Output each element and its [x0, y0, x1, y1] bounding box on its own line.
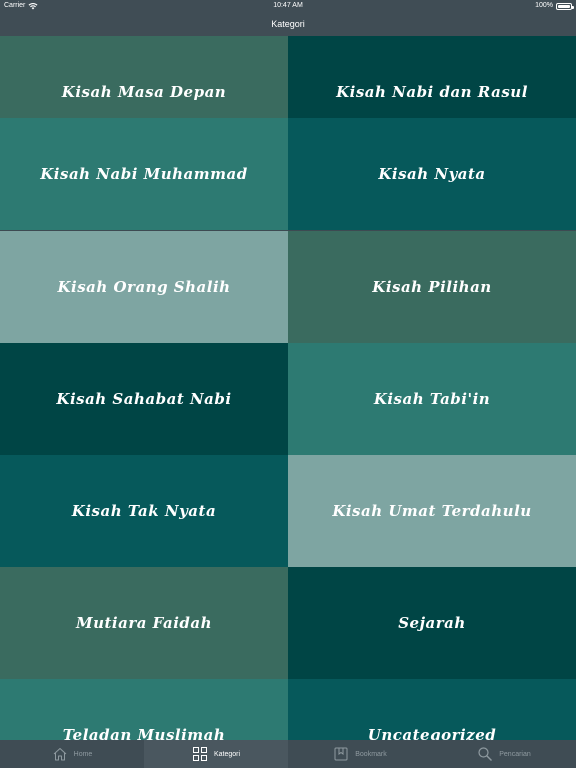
tab-home[interactable]: Home — [0, 740, 144, 768]
page-title: Kategori — [271, 19, 305, 29]
nav-bar: Kategori — [0, 12, 576, 36]
category-grid: Kisah Masa Depan Kisah Nabi dan Rasul Ki… — [0, 36, 576, 740]
tab-label: Pencarian — [499, 750, 531, 758]
bookmark-icon — [334, 747, 348, 761]
category-tile[interactable]: Teladan Muslimah — [0, 679, 288, 740]
category-label: Uncategorized — [367, 726, 497, 740]
category-tile[interactable]: Kisah Tabi'in — [288, 343, 576, 455]
category-label: Kisah Pilihan — [372, 278, 492, 296]
battery-icon — [556, 2, 574, 10]
category-label: Kisah Nabi dan Rasul — [336, 83, 528, 101]
status-bar: Carrier 10:47 AM 100% — [0, 0, 576, 12]
tab-pencarian[interactable]: Pencarian — [432, 740, 576, 768]
category-label: Teladan Muslimah — [62, 726, 226, 740]
category-tile[interactable]: Kisah Nabi Muhammad — [0, 118, 288, 230]
category-label: Kisah Nabi Muhammad — [40, 165, 248, 183]
category-label: Kisah Tak Nyata — [71, 502, 217, 520]
category-tile[interactable]: Kisah Orang Shalih — [0, 231, 288, 343]
status-right: 100% — [535, 0, 574, 12]
category-tile[interactable]: Mutiara Faidah — [0, 567, 288, 679]
category-label: Kisah Nyata — [378, 165, 486, 183]
category-tile[interactable]: Kisah Umat Terdahulu — [288, 455, 576, 567]
category-label: Kisah Tabi'in — [373, 390, 491, 408]
tab-label: Home — [73, 750, 93, 758]
category-label: Kisah Orang Shalih — [57, 278, 231, 296]
category-tile[interactable]: Uncategorized — [288, 679, 576, 740]
tab-bookmark[interactable]: Bookmark — [288, 740, 432, 768]
search-icon — [478, 747, 493, 761]
status-time: 10:47 AM — [273, 2, 303, 9]
category-tile[interactable]: Kisah Nyata — [288, 118, 576, 230]
category-tile[interactable]: Kisah Sahabat Nabi — [0, 343, 288, 455]
home-icon — [53, 748, 66, 761]
battery-percent: 100% — [535, 2, 553, 9]
category-label: Kisah Masa Depan — [61, 83, 227, 101]
category-label: Sejarah — [398, 614, 466, 632]
tab-label: Bookmark — [355, 750, 387, 758]
category-label: Kisah Umat Terdahulu — [332, 502, 532, 520]
category-tile[interactable]: Sejarah — [288, 567, 576, 679]
tab-label: Kategori — [213, 750, 241, 758]
tab-bar: Home Kategori Bookmark Pencarian — [0, 740, 576, 768]
tab-kategori[interactable]: Kategori — [144, 740, 288, 768]
grid-icon — [192, 747, 207, 761]
category-tile[interactable]: Kisah Pilihan — [288, 231, 576, 343]
category-label: Mutiara Faidah — [75, 614, 213, 632]
category-label: Kisah Sahabat Nabi — [56, 390, 232, 408]
category-tile[interactable]: Kisah Tak Nyata — [0, 455, 288, 567]
